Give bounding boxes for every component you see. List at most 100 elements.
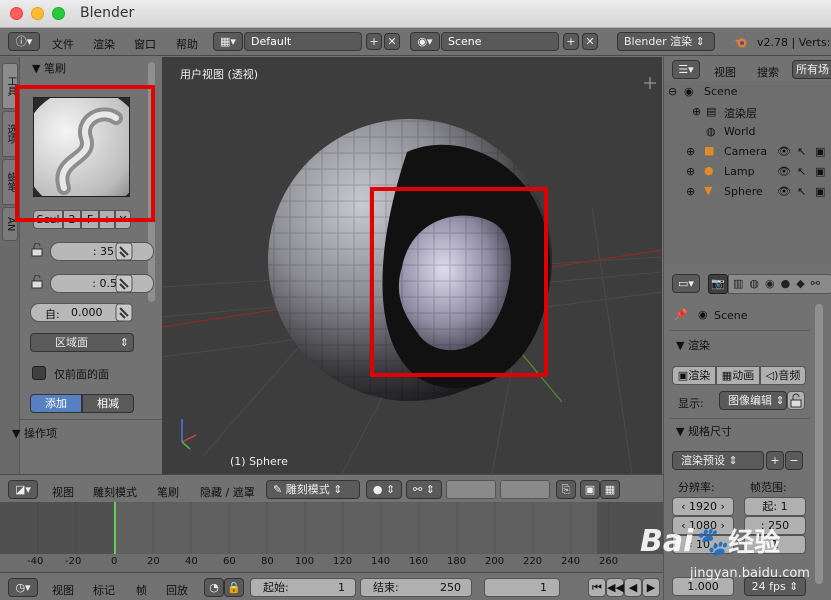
timeline-editor-icon[interactable]: ◷▾ — [8, 578, 38, 597]
menu-file[interactable]: 文件 — [52, 36, 74, 52]
render-context-icon[interactable]: 📷 — [708, 274, 728, 294]
select-cursor-icon[interactable]: ↖ — [797, 165, 806, 178]
expand-icon[interactable]: ⊕ — [686, 185, 695, 198]
vp-menu-brush[interactable]: 笔刷 — [157, 484, 179, 500]
visibility-eye-icon[interactable]: 👁 — [777, 145, 791, 158]
add-layout-icon[interactable]: + — [366, 33, 382, 50]
render-anim-icon[interactable]: ▦ — [600, 480, 620, 499]
screen-layout-icon[interactable]: ▦▾ — [213, 32, 243, 51]
scene-icon[interactable]: ◉▾ — [410, 32, 440, 51]
vp-menu-hide-mask[interactable]: 隐藏 / 遮罩 — [200, 484, 255, 500]
outliner-menu-view[interactable]: 视图 — [714, 64, 736, 80]
tl-menu-frame[interactable]: 帧 — [136, 582, 147, 598]
other-context-icons[interactable]: ▥◍◉●◆⚯ — [728, 274, 831, 294]
minimize-window-button[interactable] — [31, 7, 44, 20]
close-window-button[interactable] — [10, 7, 23, 20]
properties-editor-icon[interactable]: ▭▾ — [672, 274, 700, 293]
keying-icon[interactable]: ◔ — [204, 578, 224, 597]
dimensions-panel-header[interactable]: ▼ 规格尺寸 — [676, 423, 732, 439]
tl-menu-view[interactable]: 视图 — [52, 582, 74, 598]
render-engine-dropdown[interactable]: Blender 渲染 ⇕ — [617, 32, 715, 51]
editor-type-button[interactable]: ⓘ▾ — [8, 32, 40, 51]
render-panel-header[interactable]: ▼ 渲染 — [676, 337, 710, 353]
play-icon[interactable]: ▶ — [642, 578, 660, 597]
tree-row-renderlayers[interactable]: ⊕ ▤ 渲染层 — [664, 102, 831, 122]
remove-preset-icon[interactable]: − — [785, 451, 803, 470]
zoom-window-button[interactable] — [52, 7, 65, 20]
collapse-icon[interactable]: ⊖ — [668, 85, 677, 98]
add-scene-icon[interactable]: + — [563, 33, 579, 50]
layout-field[interactable]: Default — [244, 32, 362, 51]
prev-keyframe-icon[interactable]: ◀◀ — [606, 578, 624, 597]
area-plane-dropdown[interactable]: 区域面 ⇕ — [30, 333, 134, 352]
direction-subtract-button[interactable]: 相减 — [82, 394, 134, 413]
front-faces-checkbox[interactable] — [32, 366, 46, 380]
current-frame-line[interactable] — [114, 502, 116, 554]
render-camera-icon[interactable]: ▣ — [815, 185, 825, 198]
menu-help[interactable]: 帮助 — [176, 36, 198, 52]
tree-row-sphere[interactable]: ⊕ ▼ Sphere 👁 ↖ ▣ — [664, 182, 831, 202]
strength-pressure-icon[interactable] — [115, 274, 133, 293]
strength-field[interactable]: : 0.500 — [50, 274, 154, 293]
end-frame-field[interactable]: 结束: 250 — [360, 578, 472, 597]
pin-icon[interactable]: 📌 — [674, 308, 688, 321]
tree-row-camera[interactable]: ⊕ ■ Camera 👁 ↖ ▣ — [664, 142, 831, 162]
start-frame-field[interactable]: 起始: 1 — [250, 578, 356, 597]
properties-context-tabs[interactable]: 📷 ▥◍◉●◆⚯ — [708, 274, 831, 294]
remove-scene-icon[interactable]: ✕ — [582, 33, 598, 50]
lock-camera-icon[interactable]: ⎘ — [556, 480, 576, 499]
select-cursor-icon[interactable]: ↖ — [797, 145, 806, 158]
render-opengl-icon[interactable]: ▣ — [580, 480, 600, 499]
scene-field[interactable]: Scene — [441, 32, 559, 51]
pivot-dropdown[interactable]: ⚯ ⇕ — [406, 480, 442, 499]
jump-start-icon[interactable]: ⏮ — [588, 578, 606, 597]
expand-icon[interactable]: ⊕ — [686, 145, 695, 158]
visibility-eye-icon[interactable]: 👁 — [777, 185, 791, 198]
radius-lock-icon[interactable] — [30, 242, 50, 259]
render-camera-icon[interactable]: ▣ — [815, 145, 825, 158]
expand-icon[interactable]: ⊕ — [686, 165, 695, 178]
properties-scrollbar[interactable] — [815, 304, 823, 584]
resolution-x-field[interactable]: ‹ 1920 › — [672, 497, 734, 516]
play-reverse-icon[interactable]: ◀ — [624, 578, 642, 597]
layers-grid-right[interactable] — [500, 480, 550, 499]
render-preset-dropdown[interactable]: 渲染预设 ⇕ — [672, 451, 764, 470]
expand-icon[interactable]: ⊕ — [692, 105, 701, 118]
tl-menu-marker[interactable]: 标记 — [93, 582, 115, 598]
outliner-filter-dropdown[interactable]: 所有场 — [792, 60, 831, 79]
audio-button[interactable]: ◁)音频 — [760, 366, 806, 385]
display-dropdown[interactable]: 图像编辑 ⇕ — [719, 391, 787, 410]
tl-menu-playback[interactable]: 回放 — [166, 582, 188, 598]
frame-start-field[interactable]: 起: 1 — [744, 497, 806, 516]
select-cursor-icon[interactable]: ↖ — [797, 185, 806, 198]
visibility-eye-icon[interactable]: 👁 — [777, 165, 791, 178]
outliner-menu-search[interactable]: 搜索 — [757, 64, 779, 80]
current-frame-field[interactable]: 1 — [484, 578, 560, 597]
vp-menu-view[interactable]: 视图 — [52, 484, 74, 500]
layers-grid-left[interactable] — [446, 480, 496, 499]
timeline-area[interactable]: -40 -20 0 20 40 60 80 100 120 140 160 18… — [0, 502, 663, 572]
remove-layout-icon[interactable]: ✕ — [384, 33, 400, 50]
animation-button[interactable]: ▦动画 — [716, 366, 760, 385]
shading-dropdown[interactable]: ● ⇕ — [366, 480, 402, 499]
menu-window[interactable]: 窗口 — [134, 36, 156, 52]
radius-pressure-icon[interactable] — [115, 242, 133, 261]
mode-dropdown[interactable]: ✎ 雕刻模式 ⇕ — [266, 480, 360, 499]
tree-row-lamp[interactable]: ⊕ ● Lamp 👁 ↖ ▣ — [664, 162, 831, 182]
brush-panel-header[interactable]: ▼ 笔刷 — [32, 60, 66, 76]
render-button[interactable]: ▣渲染 — [672, 366, 716, 385]
autosmooth-pressure-icon[interactable] — [115, 303, 133, 322]
direction-add-button[interactable]: 添加 — [30, 394, 82, 413]
menu-render[interactable]: 渲染 — [93, 36, 115, 52]
add-preset-icon[interactable]: + — [766, 451, 784, 470]
vp-menu-sculpt[interactable]: 雕刻模式 — [93, 484, 137, 500]
outliner-editor-icon[interactable]: ☰▾ — [672, 60, 700, 79]
tree-row-world[interactable]: ◍ World — [664, 122, 831, 142]
viewport-editor-icon[interactable]: ◪▾ — [8, 480, 38, 499]
radius-field[interactable]: : 35 px — [50, 242, 154, 261]
lock-icon[interactable]: 🔒 — [224, 578, 244, 597]
strength-lock-icon[interactable] — [30, 274, 50, 291]
tree-row-scene[interactable]: ⊖ ◉ Scene — [664, 82, 831, 102]
lock-interface-icon[interactable] — [787, 391, 805, 410]
operator-panel-header[interactable]: ▼ 操作项 — [12, 425, 57, 441]
